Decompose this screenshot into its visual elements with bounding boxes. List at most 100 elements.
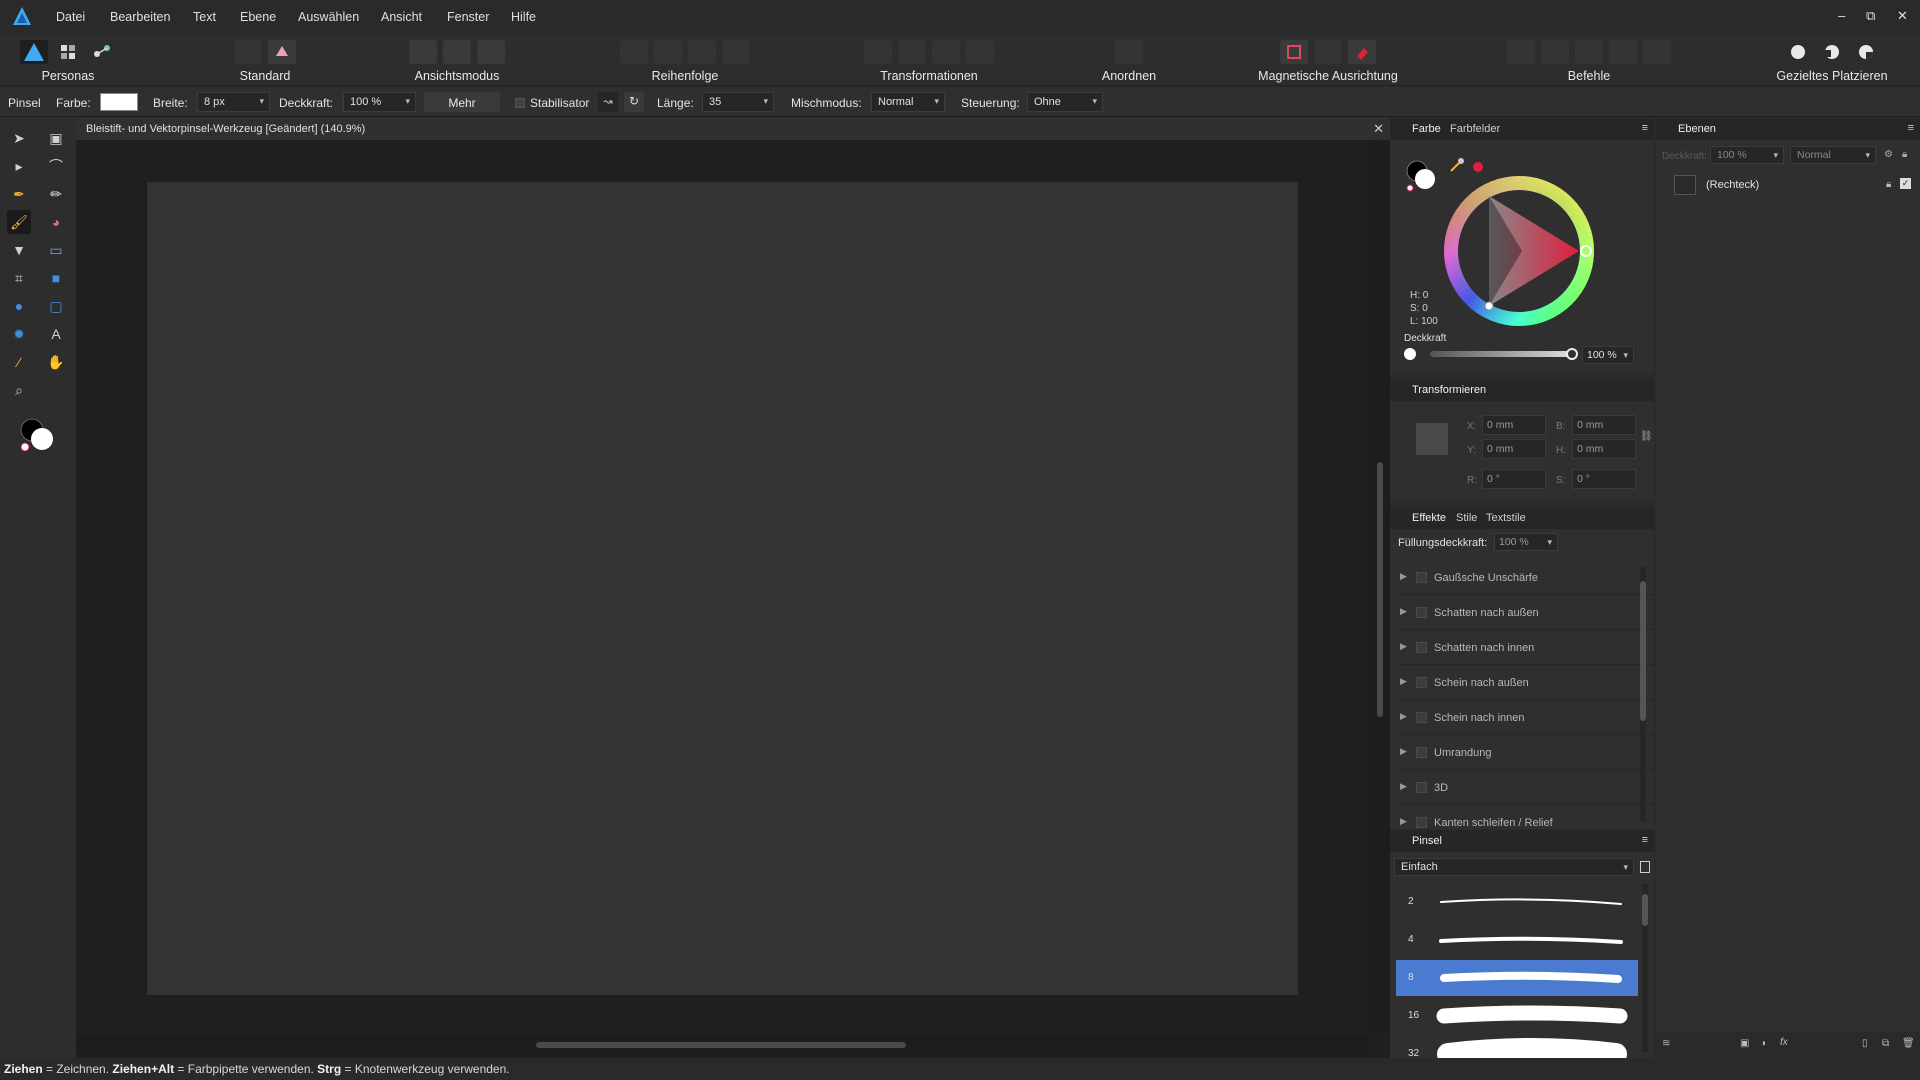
order-icon-4[interactable] <box>722 40 750 64</box>
effect-row[interactable]: ▶ 3D <box>1396 771 1654 805</box>
snapping-magnet-icon[interactable] <box>1348 40 1376 64</box>
shear-field[interactable]: 0 ° <box>1572 469 1636 489</box>
delete-layer-icon[interactable]: 🗑︎ <box>1902 1038 1915 1049</box>
layers-stack-icon[interactable]: ≋ <box>1662 1038 1670 1049</box>
brush-preset[interactable]: 16 <box>1396 998 1638 1034</box>
vertical-scrollbar[interactable] <box>1370 142 1390 1032</box>
tab-ebenen[interactable]: Ebenen <box>1678 123 1716 135</box>
effect-checkbox[interactable] <box>1416 817 1427 828</box>
effects-scroll-thumb[interactable] <box>1640 581 1646 721</box>
add-layer-icon[interactable]: ▯ <box>1862 1038 1868 1049</box>
hand-tool-icon[interactable]: ✋ <box>44 350 68 374</box>
mask-icon[interactable]: ▣ <box>1740 1038 1749 1049</box>
restore-button[interactable]: ⧉ <box>1866 8 1875 24</box>
snapping-icon-2[interactable] <box>1314 40 1342 64</box>
tab-effekte[interactable]: Effekte <box>1412 512 1446 524</box>
transform-icon-1[interactable] <box>864 40 892 64</box>
layer-blend-dropdown[interactable]: Normal <box>1790 146 1876 164</box>
layer-visibility-checkbox[interactable]: ✓ <box>1900 178 1911 189</box>
panel-fill-stroke-icon[interactable] <box>1404 158 1444 196</box>
vertical-scroll-thumb[interactable] <box>1377 462 1383 717</box>
pixel-persona-icon[interactable] <box>54 40 82 64</box>
place-icon-1[interactable] <box>1784 40 1812 64</box>
canvas[interactable] <box>147 182 1298 995</box>
brush-scrollbar[interactable] <box>1642 884 1648 1052</box>
rope-mode-icon[interactable]: ↝ <box>598 92 618 112</box>
standard-icon-2[interactable] <box>268 40 296 64</box>
command-icon-2[interactable] <box>1541 40 1569 64</box>
stabilizer-checkbox[interactable] <box>515 98 525 108</box>
pencil-tool-icon[interactable]: ✏ <box>44 182 68 206</box>
layer-lock-icon[interactable]: 🔒︎ <box>1902 149 1907 160</box>
brush-preset-selected[interactable]: 8 <box>1396 960 1638 996</box>
lock-aspect-icon[interactable]: ⛓ <box>1640 431 1653 442</box>
tab-farbfelder[interactable]: Farbfelder <box>1450 123 1500 135</box>
control-dropdown[interactable]: Ohne <box>1027 92 1103 112</box>
designer-persona-icon[interactable] <box>20 40 48 64</box>
layer-row[interactable]: (Rechteck) 🔒︎ ✓ <box>1656 170 1920 200</box>
artboard-tool-icon[interactable]: ▣ <box>44 126 68 150</box>
close-window-button[interactable]: ✕ <box>1897 8 1908 24</box>
transform-icon-4[interactable] <box>966 40 994 64</box>
command-icon-4[interactable] <box>1609 40 1637 64</box>
shape-tool-icon[interactable]: ✹ <box>7 322 31 346</box>
place-image-tool-icon[interactable]: ▭ <box>44 238 68 262</box>
pen-tool-icon[interactable]: ✒ <box>7 182 31 206</box>
opacity-slider[interactable] <box>1430 351 1570 357</box>
effect-row[interactable]: ▶ Schatten nach außen <box>1396 596 1654 630</box>
transform-icon-2[interactable] <box>898 40 926 64</box>
node-tool-icon[interactable]: ▸ <box>7 154 31 178</box>
effect-row[interactable]: ▶ Gaußsche Unschärfe <box>1396 561 1654 595</box>
effect-checkbox[interactable] <box>1416 712 1427 723</box>
effect-row[interactable]: ▶ Kanten schleifen / Relief <box>1396 806 1654 829</box>
panel-menu-icon[interactable]: ≡ <box>1642 122 1648 134</box>
effect-row[interactable]: ▶ Schein nach innen <box>1396 701 1654 735</box>
brush-preset[interactable]: 32 <box>1396 1036 1638 1058</box>
menu-text[interactable]: Text <box>193 10 216 24</box>
text-tool-icon[interactable]: A <box>44 322 68 346</box>
arrange-icon[interactable] <box>1115 40 1143 64</box>
eyedropper-icon[interactable] <box>1448 156 1466 174</box>
opacity-slider-handle[interactable] <box>1566 348 1578 360</box>
view-mode-icon-2[interactable] <box>443 40 471 64</box>
width-field[interactable]: 0 mm <box>1572 415 1636 435</box>
horizontal-scroll-thumb[interactable] <box>536 1042 906 1048</box>
fill-stroke-swatch-icon[interactable] <box>18 416 60 454</box>
effect-row[interactable]: ▶ Schein nach außen <box>1396 666 1654 700</box>
brush-scroll-thumb[interactable] <box>1642 894 1648 926</box>
tab-textstile[interactable]: Textstile <box>1486 512 1526 524</box>
effect-checkbox[interactable] <box>1416 642 1427 653</box>
anchor-point-icon[interactable] <box>1412 419 1452 459</box>
effect-checkbox[interactable] <box>1416 572 1427 583</box>
menu-ebene[interactable]: Ebene <box>240 10 276 24</box>
minimize-button[interactable]: – <box>1838 8 1845 23</box>
tab-pinsel[interactable]: Pinsel <box>1412 835 1442 847</box>
layer-opacity-dropdown[interactable]: 100 % <box>1710 146 1784 164</box>
layer-settings-icon[interactable]: ⚙ <box>1884 149 1893 160</box>
effects-scrollbar[interactable] <box>1640 567 1646 822</box>
order-icon-3[interactable] <box>688 40 716 64</box>
x-field[interactable]: 0 mm <box>1482 415 1546 435</box>
menu-bearbeiten[interactable]: Bearbeiten <box>110 10 170 24</box>
brush-color-swatch[interactable] <box>100 93 138 111</box>
rounded-rectangle-tool-icon[interactable]: ▢ <box>44 294 68 318</box>
tab-farbe[interactable]: Farbe <box>1412 123 1441 135</box>
document-tab[interactable]: Bleistift- und Vektorpinsel-Werkzeug [Ge… <box>76 118 1390 140</box>
transparency-tool-icon[interactable]: ▼ <box>7 238 31 262</box>
menu-auswaehlen[interactable]: Auswählen <box>298 10 359 24</box>
brush-preset[interactable]: 4 <box>1396 922 1638 958</box>
order-icon-1[interactable] <box>620 40 648 64</box>
adjustment-icon[interactable]: ◑ <box>1760 1038 1766 1049</box>
view-mode-icon-1[interactable] <box>409 40 437 64</box>
zoom-tool-icon[interactable]: ⌕ <box>7 378 31 402</box>
effect-checkbox[interactable] <box>1416 782 1427 793</box>
export-persona-icon[interactable] <box>88 40 116 64</box>
panel-menu-icon[interactable]: ≡ <box>1908 122 1914 134</box>
fill-tool-icon[interactable]: ◕ <box>44 210 68 234</box>
effect-row[interactable]: ▶ Umrandung <box>1396 736 1654 770</box>
brush-view-icon[interactable] <box>1640 861 1650 873</box>
length-dropdown[interactable]: 35 <box>702 92 774 112</box>
transform-icon-3[interactable] <box>932 40 960 64</box>
close-document-icon[interactable]: ✕ <box>1373 121 1384 137</box>
view-mode-icon-3[interactable] <box>477 40 505 64</box>
